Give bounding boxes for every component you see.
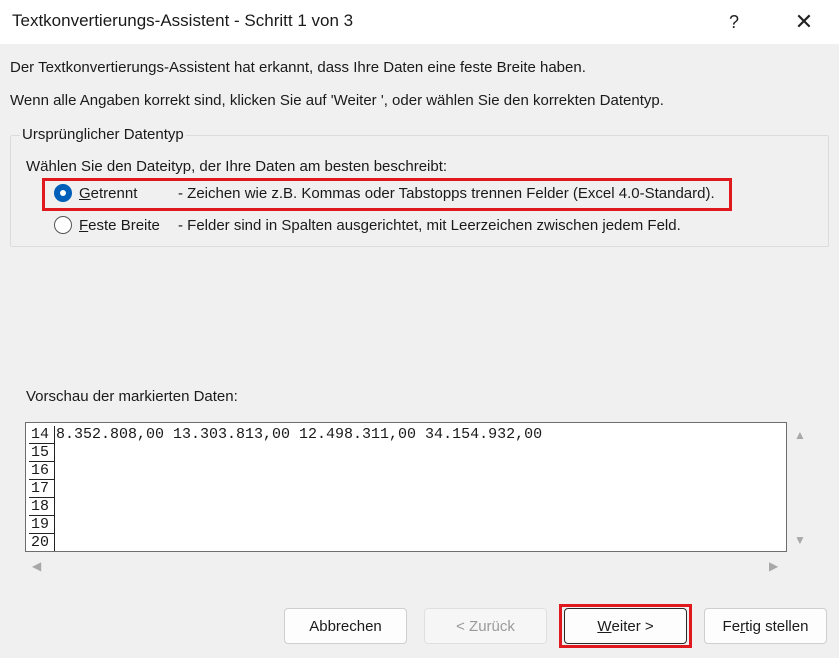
highlight-box-getrennt — [42, 178, 732, 211]
row-data: 8.352.808,00 13.303.813,00 12.498.311,00… — [56, 426, 543, 443]
close-button[interactable]: ✕ — [781, 0, 827, 44]
mnemonic-f: F — [79, 217, 89, 234]
highlight-box-next — [559, 604, 692, 648]
intro-text-detected: Der Textkonvertierungs-Assistent hat erk… — [10, 59, 586, 76]
datatype-group-legend: Ursprünglicher Datentyp — [20, 126, 186, 143]
back-button[interactable]: < Zurück — [424, 608, 547, 644]
description-feste-breite: - Felder sind in Spalten ausgerichtet, m… — [178, 217, 681, 234]
row-number: 20 — [29, 534, 55, 551]
row-number: 15 — [29, 444, 55, 462]
finish-button[interactable]: Fe r tig stellen — [704, 608, 827, 644]
scroll-up-icon[interactable]: ▲ — [794, 428, 806, 442]
finish-label-rest: tig stellen — [745, 617, 809, 635]
scroll-right-icon[interactable]: ▶ — [769, 559, 778, 573]
row-number: 16 — [29, 462, 55, 480]
radio-feste-breite[interactable] — [54, 216, 72, 234]
intro-text-instructions: Wenn alle Angaben korrekt sind, klicken … — [10, 92, 664, 109]
radio-label-feste-breite[interactable]: Feste Breite — [79, 217, 160, 234]
label-rest-feste-breite: este Breite — [88, 217, 160, 234]
row-number: 14 — [29, 426, 55, 444]
preview-label: Vorschau der markierten Daten: — [26, 388, 238, 405]
help-button[interactable]: ? — [711, 0, 757, 44]
finish-label-pre: Fe — [722, 617, 741, 635]
scroll-down-icon[interactable]: ▼ — [794, 533, 806, 547]
row-number: 19 — [29, 516, 55, 534]
preview-pane[interactable]: 14 8.352.808,00 13.303.813,00 12.498.311… — [25, 422, 787, 552]
row-number: 18 — [29, 498, 55, 516]
datatype-prompt: Wählen Sie den Dateityp, der Ihre Daten … — [26, 158, 448, 175]
scroll-left-icon[interactable]: ◀ — [32, 559, 41, 573]
title-bar: Textkonvertierungs-Assistent - Schritt 1… — [0, 0, 839, 44]
window-title: Textkonvertierungs-Assistent - Schritt 1… — [12, 11, 354, 30]
row-number: 17 — [29, 480, 55, 498]
cancel-button[interactable]: Abbrechen — [284, 608, 407, 644]
